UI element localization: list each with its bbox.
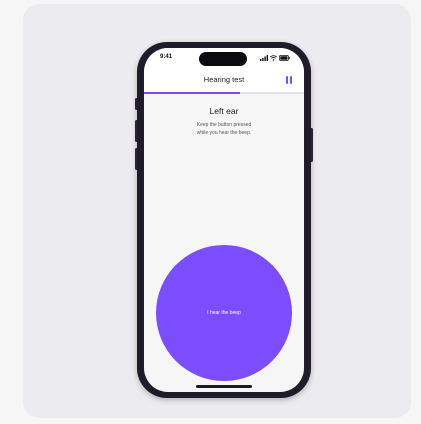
- hear-beep-button-label: I hear the beep: [207, 310, 241, 316]
- status-bar: 9:41: [144, 48, 304, 70]
- phone-frame: 9:41 Hearing test Left ear Keep the butt…: [137, 42, 311, 398]
- progress-bar: [144, 92, 304, 94]
- instruction-line-1: Keep the button pressed: [196, 122, 252, 128]
- phone-screen: 9:41 Hearing test Left ear Keep the butt…: [144, 48, 304, 392]
- dynamic-island: [199, 52, 247, 66]
- battery-icon: [279, 55, 290, 61]
- home-indicator: [196, 385, 252, 388]
- pause-button[interactable]: [286, 76, 294, 85]
- page-title: Hearing test: [203, 75, 245, 84]
- hear-beep-button[interactable]: I hear the beep: [156, 245, 292, 381]
- nav-bar: Hearing test: [144, 70, 304, 92]
- progress-fill: [144, 92, 240, 94]
- instructions: Keep the button pressed while you hear t…: [174, 121, 274, 137]
- ear-title: Left ear: [209, 106, 239, 116]
- pause-icon: [286, 76, 288, 84]
- pause-icon-bar: [290, 76, 292, 84]
- cellular-signal-icon: [260, 55, 268, 61]
- status-icons: [260, 55, 290, 61]
- instruction-line-2: while you hear the beep.: [196, 130, 252, 136]
- status-time: 9:41: [160, 54, 173, 60]
- wifi-icon: [270, 55, 277, 61]
